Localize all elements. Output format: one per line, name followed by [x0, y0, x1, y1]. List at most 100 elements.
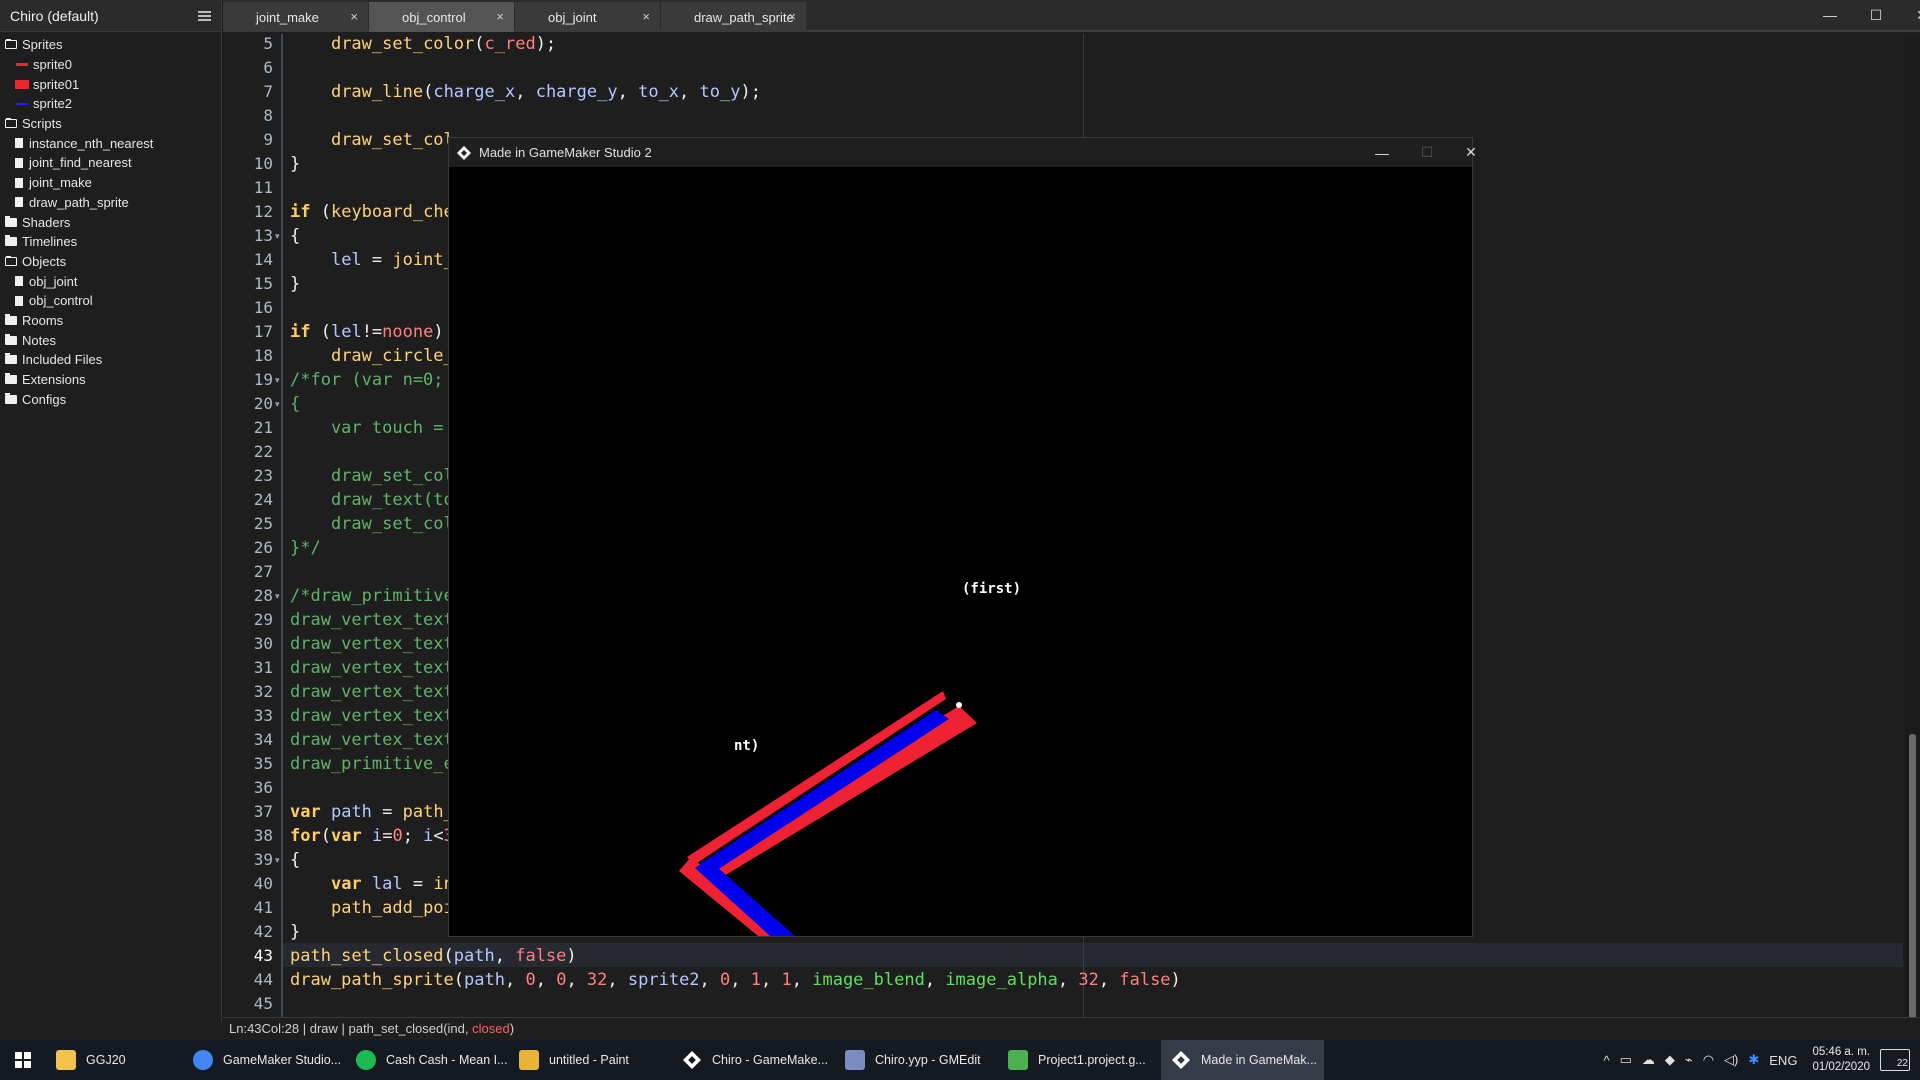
code-line: draw_path_sprite(path, 0, 0, 32, sprite2… — [290, 970, 1181, 990]
tree-folder-rooms[interactable]: Rooms — [0, 311, 221, 331]
cloud-icon[interactable]: ☁ — [1642, 1052, 1655, 1068]
code-line: path_set_closed(path, false) — [290, 946, 577, 966]
line-number: 26 — [253, 538, 273, 557]
mouse-cursor-icon — [956, 702, 962, 708]
code-line: draw_vertex_text — [290, 682, 454, 702]
file-icon — [15, 276, 23, 287]
tab-obj-control[interactable]: obj_control × — [369, 2, 514, 32]
tab-joint-make[interactable]: joint_make × — [223, 2, 368, 32]
tree-item-script[interactable]: instance_nth_nearest — [0, 133, 221, 153]
game-runner-window[interactable]: Made in GameMaker Studio 2 — ☐ ✕ (first)… — [448, 137, 1477, 937]
scrollbar-thumb[interactable] — [1909, 734, 1916, 1019]
line-number: 23 — [253, 466, 273, 485]
tree-item-script[interactable]: joint_find_nearest — [0, 153, 221, 173]
line-number: 40 — [253, 874, 273, 893]
editor-scrollbar[interactable] — [1905, 34, 1920, 1019]
game-close-button[interactable]: ✕ — [1448, 138, 1494, 167]
taskbar-item-gamemaker-ide[interactable]: Chiro - GameMake... — [672, 1040, 835, 1080]
tree-folder-sprites[interactable]: Sprites — [0, 35, 221, 55]
code-line: if (lel!=noone) — [290, 322, 444, 342]
tab-obj-joint[interactable]: obj_joint × — [515, 2, 660, 32]
fold-toggle-icon[interactable]: ▾ — [275, 375, 280, 386]
tree-folder-extensions[interactable]: Extensions — [0, 370, 221, 390]
line-number: 12 — [253, 202, 273, 221]
resource-tree-panel: Chiro (default) Sprites sprite0 sprite01… — [0, 0, 222, 1022]
code-line: }*/ — [290, 538, 321, 558]
start-button[interactable] — [0, 1040, 46, 1080]
taskbar-item-ggj20[interactable]: GGJ20 — [46, 1040, 183, 1080]
battery-icon[interactable]: ▭ — [1620, 1052, 1632, 1068]
hamburger-menu-icon[interactable] — [198, 10, 211, 21]
tree-folder-timelines[interactable]: Timelines — [0, 232, 221, 252]
usb-icon[interactable]: ⌁ — [1685, 1052, 1693, 1068]
folder-icon — [5, 353, 17, 365]
tree-item-sprite01[interactable]: sprite01 — [0, 74, 221, 94]
tab-draw-path-sprite[interactable]: draw_path_sprite × — [661, 2, 806, 32]
taskbar-item-project[interactable]: Project1.project.g... — [998, 1040, 1161, 1080]
system-tray: ^ ▭ ☁ ◆ ⌁ ◠ ◁) ✱ ENG 05:46 a. m. 01/02/2… — [1598, 1040, 1920, 1080]
clock[interactable]: 05:46 a. m. 01/02/2020 — [1812, 1045, 1870, 1075]
game-maximize-button[interactable]: ☐ — [1404, 138, 1450, 167]
dropbox-icon[interactable]: ◆ — [1665, 1052, 1675, 1068]
folder-icon — [5, 392, 17, 404]
paint-icon — [519, 1050, 539, 1070]
taskbar-item-paint[interactable]: untitled - Paint — [509, 1040, 672, 1080]
fold-toggle-icon[interactable]: ▾ — [275, 399, 280, 410]
tree-item-script[interactable]: joint_make — [0, 173, 221, 193]
tree-folder-shaders[interactable]: Shaders — [0, 212, 221, 232]
taskbar-item-game-runner[interactable]: Made in GameMak... — [1161, 1040, 1324, 1080]
taskbar-item-spotify[interactable]: Cash Cash - Mean I... — [346, 1040, 509, 1080]
file-icon — [15, 138, 23, 149]
tree-item-script[interactable]: draw_path_sprite — [0, 193, 221, 213]
tree-folder-notes[interactable]: Notes — [0, 330, 221, 350]
line-number: 27 — [253, 562, 273, 581]
window-close-button[interactable]: ✕ — [1899, 2, 1920, 28]
fold-toggle-icon[interactable]: ▾ — [275, 855, 280, 866]
resource-tree: Sprites sprite0 sprite01 sprite2 Scripts… — [0, 32, 221, 409]
sprite-thumbnail-icon — [16, 103, 28, 106]
line-number: 10 — [253, 154, 273, 173]
code-line: var path = path_ — [290, 802, 454, 822]
file-icon — [15, 177, 23, 188]
close-tab-icon[interactable]: × — [642, 9, 650, 24]
action-center-button[interactable]: 22 — [1880, 1049, 1910, 1071]
code-line: draw_vertex_text — [290, 658, 454, 678]
game-canvas[interactable]: (first) nt) — [449, 167, 1472, 936]
line-number: 5 — [263, 34, 273, 53]
close-tab-icon[interactable]: × — [788, 9, 796, 24]
tree-folder-scripts[interactable]: Scripts — [0, 114, 221, 134]
chevron-up-icon[interactable]: ^ — [1603, 1053, 1609, 1068]
tree-folder-configs[interactable]: Configs — [0, 389, 221, 409]
tree-item-sprite2[interactable]: sprite2 — [0, 94, 221, 114]
game-window-titlebar[interactable]: Made in GameMaker Studio 2 — ☐ ✕ — [449, 138, 1477, 167]
project-title: Chiro (default) — [10, 7, 99, 24]
tree-folder-included-files[interactable]: Included Files — [0, 350, 221, 370]
folder-icon — [5, 333, 17, 345]
window-minimize-button[interactable]: — — [1807, 2, 1853, 28]
editor-tab-bar: joint_make × obj_control × obj_joint × draw… — [223, 0, 1920, 32]
language-indicator[interactable]: ENG — [1769, 1053, 1797, 1068]
wifi-icon[interactable]: ◠ — [1703, 1052, 1714, 1068]
close-tab-icon[interactable]: × — [350, 9, 358, 24]
folder-icon — [5, 215, 17, 227]
fold-toggle-icon[interactable]: ▾ — [275, 591, 280, 602]
fold-toggle-icon[interactable]: ▾ — [275, 231, 280, 242]
tree-folder-objects[interactable]: Objects — [0, 252, 221, 272]
notification-count: 22 — [1896, 1058, 1908, 1069]
tree-item-object[interactable]: obj_joint — [0, 271, 221, 291]
game-minimize-button[interactable]: — — [1359, 138, 1405, 167]
code-line: /*for (var n=0; — [290, 370, 444, 390]
line-number: 45 — [253, 994, 273, 1013]
volume-icon[interactable]: ◁) — [1724, 1052, 1738, 1068]
bluetooth-icon[interactable]: ✱ — [1748, 1052, 1759, 1068]
line-number: 39 — [253, 850, 273, 869]
tree-item-object[interactable]: obj_control — [0, 291, 221, 311]
taskbar-item-gmedit[interactable]: Chiro.yyp - GMEdit — [835, 1040, 998, 1080]
line-number: 15 — [253, 274, 273, 293]
code-line: draw_vertex_text — [290, 730, 454, 750]
taskbar-item-chrome[interactable]: GameMaker Studio... — [183, 1040, 346, 1080]
window-maximize-button[interactable]: ☐ — [1853, 2, 1899, 28]
code-line: draw_vertex_text — [290, 706, 454, 726]
tree-item-sprite0[interactable]: sprite0 — [0, 55, 221, 75]
close-tab-icon[interactable]: × — [496, 9, 504, 24]
